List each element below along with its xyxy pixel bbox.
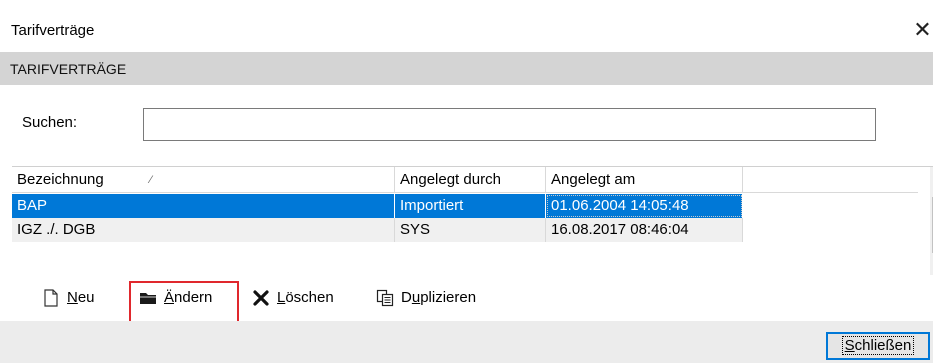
close-icon[interactable]: ✕ bbox=[912, 17, 933, 43]
cell-angelegt-durch: SYS bbox=[395, 218, 546, 242]
duplicate-button-label: Duplizieren bbox=[401, 289, 477, 306]
sort-indicator-icon: ⁄ bbox=[150, 174, 152, 186]
footer-bar bbox=[0, 321, 933, 363]
contracts-table: Bezeichnung ⁄ Angelegt durch Angelegt am… bbox=[12, 166, 933, 275]
cell-bezeichnung: IGZ ./. DGB bbox=[12, 218, 395, 242]
column-header-label: Angelegt am bbox=[551, 171, 636, 188]
edit-button-highlight bbox=[129, 281, 239, 323]
close-button[interactable]: Schließen bbox=[826, 332, 930, 360]
window-title: Tarifverträge bbox=[11, 22, 95, 39]
duplicate-icon bbox=[376, 289, 394, 307]
section-title: TARIFVERTRÄGE bbox=[10, 61, 127, 77]
cell-angelegt-am: 01.06.2004 14:05:48 bbox=[546, 194, 743, 218]
column-header-label: Angelegt durch bbox=[400, 171, 501, 188]
table-header: Bezeichnung ⁄ Angelegt durch Angelegt am bbox=[12, 167, 918, 193]
delete-button-label: Löschen bbox=[277, 289, 334, 306]
cell-angelegt-am: 16.08.2017 08:46:04 bbox=[546, 218, 743, 242]
column-header-bezeichnung[interactable]: Bezeichnung bbox=[12, 167, 395, 193]
column-header-label: Bezeichnung bbox=[17, 171, 104, 188]
search-input[interactable] bbox=[143, 108, 876, 141]
table-row[interactable]: BAP Importiert 01.06.2004 14:05:48 bbox=[12, 194, 918, 218]
cell-angelegt-durch: Importiert bbox=[395, 194, 546, 218]
section-header: TARIFVERTRÄGE bbox=[0, 52, 933, 85]
column-header-angelegt-durch[interactable]: Angelegt durch bbox=[395, 167, 546, 193]
new-button-label: Neu bbox=[67, 289, 95, 306]
new-button[interactable]: Neu bbox=[42, 283, 95, 313]
new-document-icon bbox=[44, 289, 58, 307]
delete-button[interactable]: Löschen bbox=[252, 283, 334, 313]
close-button-label: Schließen bbox=[841, 336, 915, 355]
delete-x-icon bbox=[253, 290, 269, 306]
cell-empty bbox=[743, 218, 918, 242]
cell-empty bbox=[743, 194, 918, 218]
cell-bezeichnung: BAP bbox=[12, 194, 395, 218]
title-bar: Tarifverträge ✕ bbox=[0, 0, 933, 50]
table-row[interactable]: IGZ ./. DGB SYS 16.08.2017 08:46:04 bbox=[12, 218, 918, 242]
duplicate-button[interactable]: Duplizieren bbox=[376, 283, 476, 313]
search-label: Suchen: bbox=[22, 114, 78, 131]
column-header-angelegt-am[interactable]: Angelegt am bbox=[546, 167, 743, 193]
